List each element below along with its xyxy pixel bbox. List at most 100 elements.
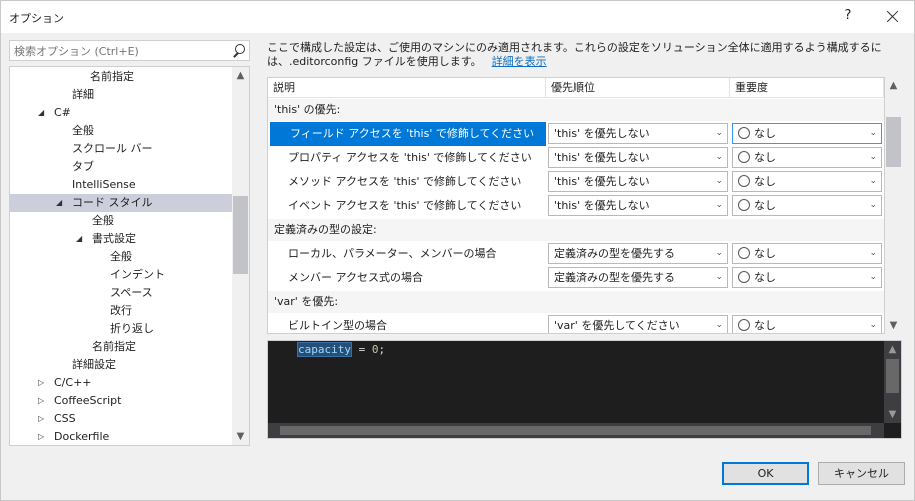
chevron-down-icon[interactable]: ⌄ bbox=[869, 172, 877, 191]
tree-item[interactable]: ▷ CoffeeScript bbox=[10, 392, 232, 410]
expand-arrow-icon[interactable]: ▷ bbox=[38, 374, 44, 392]
chevron-up-icon[interactable]: ▲ bbox=[885, 77, 902, 94]
ok-button[interactable]: OK bbox=[722, 462, 809, 485]
tree-item-label: C/C++ bbox=[54, 376, 92, 389]
tree-item[interactable]: IntelliSense bbox=[10, 176, 232, 194]
tree-item[interactable]: ▷ Dockerfile bbox=[10, 428, 232, 445]
grid-scrollbar[interactable]: ▲ ▼ bbox=[885, 77, 902, 334]
tree-item[interactable]: 全般 bbox=[10, 212, 232, 230]
tree-item[interactable]: ▷ CSS bbox=[10, 410, 232, 428]
chevron-down-icon[interactable]: ⌄ bbox=[869, 124, 877, 143]
tree-item-label: 改行 bbox=[110, 304, 132, 317]
collapse-arrow-icon[interactable]: ◢ bbox=[38, 104, 44, 122]
setting-row-label[interactable]: イベント アクセスを 'this' で修飾してください bbox=[268, 194, 546, 218]
preference-select[interactable]: 'this' を優先しない ⌄ bbox=[548, 123, 728, 144]
group-header[interactable]: 'this' の優先: bbox=[268, 99, 884, 121]
preview-vertical-scrollbar[interactable]: ▲ ▼ bbox=[884, 341, 901, 423]
chevron-down-icon[interactable]: ▼ bbox=[884, 406, 901, 423]
search-icon[interactable] bbox=[232, 44, 245, 57]
tree-scrollbar[interactable]: ▲ ▼ bbox=[232, 67, 249, 445]
severity-select[interactable]: なし ⌄ bbox=[732, 267, 882, 288]
tree-item[interactable]: ▷ C/C++ bbox=[10, 374, 232, 392]
collapse-arrow-icon[interactable]: ◢ bbox=[56, 194, 62, 212]
tree-item[interactable]: タブ bbox=[10, 158, 232, 176]
tree-item[interactable]: 詳細設定 bbox=[10, 356, 232, 374]
setting-row-label[interactable]: メソッド アクセスを 'this' で修飾してください bbox=[268, 170, 546, 194]
group-header[interactable]: 'var' を優先: bbox=[268, 291, 884, 313]
tree-item[interactable]: 改行 bbox=[10, 302, 232, 320]
search-input[interactable] bbox=[14, 43, 224, 59]
tree-item-label: 折り返し bbox=[110, 322, 154, 335]
learn-more-link[interactable]: 詳細を表示 bbox=[492, 55, 547, 68]
severity-select[interactable]: なし ⌄ bbox=[732, 147, 882, 168]
tree-scroll-thumb[interactable] bbox=[233, 196, 248, 274]
code-preview: capacity = 0; ▲ ▼ bbox=[267, 340, 902, 439]
tree-item[interactable]: 名前指定 bbox=[10, 68, 232, 86]
setting-row-label[interactable]: フィールド アクセスを 'this' で修飾してください bbox=[270, 122, 546, 146]
tree-item-label: スクロール バー bbox=[72, 142, 153, 155]
collapse-arrow-icon[interactable]: ◢ bbox=[76, 230, 82, 248]
chevron-down-icon[interactable]: ⌄ bbox=[715, 148, 723, 167]
preference-select[interactable]: 定義済みの型を優先する ⌄ bbox=[548, 243, 728, 264]
preference-value: 'this' を優先しない bbox=[554, 199, 650, 212]
chevron-down-icon[interactable]: ⌄ bbox=[715, 268, 723, 287]
chevron-down-icon[interactable]: ⌄ bbox=[715, 316, 723, 333]
preference-select[interactable]: 定義済みの型を優先する ⌄ bbox=[548, 267, 728, 288]
preference-select[interactable]: 'this' を優先しない ⌄ bbox=[548, 171, 728, 192]
chevron-up-icon[interactable]: ▲ bbox=[884, 341, 901, 358]
preview-horizontal-scrollbar[interactable] bbox=[268, 423, 884, 438]
chevron-down-icon[interactable]: ⌄ bbox=[715, 172, 723, 191]
preview-semicolon: ; bbox=[378, 343, 386, 356]
cancel-button[interactable]: キャンセル bbox=[818, 462, 905, 485]
setting-row-label[interactable]: ビルトイン型の場合 bbox=[268, 314, 546, 333]
chevron-down-icon[interactable]: ⌄ bbox=[869, 244, 877, 263]
tree-item[interactable]: ◢ C# bbox=[10, 104, 232, 122]
expand-arrow-icon[interactable]: ▷ bbox=[38, 428, 44, 445]
severity-value: なし bbox=[754, 127, 776, 140]
chevron-down-icon[interactable]: ⌄ bbox=[869, 268, 877, 287]
severity-select[interactable]: なし ⌄ bbox=[732, 171, 882, 192]
grid-scroll-thumb[interactable] bbox=[886, 117, 901, 167]
preference-select[interactable]: 'this' を優先しない ⌄ bbox=[548, 195, 728, 216]
chevron-down-icon[interactable]: ⌄ bbox=[715, 244, 723, 263]
help-button[interactable]: ? bbox=[833, 1, 863, 31]
tree-item[interactable]: 詳細 bbox=[10, 86, 232, 104]
chevron-down-icon[interactable]: ⌄ bbox=[715, 196, 723, 215]
tree-item[interactable]: ◢ コード スタイル bbox=[10, 194, 232, 212]
tree-item[interactable]: ◢ 書式設定 bbox=[10, 230, 232, 248]
tree-item[interactable]: 全般 bbox=[10, 248, 232, 266]
severity-select[interactable]: なし ⌄ bbox=[732, 243, 882, 264]
expand-arrow-icon[interactable]: ▷ bbox=[38, 392, 44, 410]
column-header-severity[interactable]: 重要度 bbox=[730, 78, 884, 98]
tree-item[interactable]: 名前指定 bbox=[10, 338, 232, 356]
severity-select[interactable]: なし ⌄ bbox=[732, 195, 882, 216]
setting-row-label[interactable]: メンバー アクセス式の場合 bbox=[268, 266, 546, 290]
chevron-down-icon[interactable]: ⌄ bbox=[869, 148, 877, 167]
setting-row-label[interactable]: ローカル、パラメーター、メンバーの場合 bbox=[268, 242, 546, 266]
tree-item[interactable]: 全般 bbox=[10, 122, 232, 140]
preview-hscroll-thumb[interactable] bbox=[280, 426, 871, 435]
close-icon[interactable] bbox=[877, 1, 907, 31]
expand-arrow-icon[interactable]: ▷ bbox=[38, 410, 44, 428]
preference-select[interactable]: 'this' を優先しない ⌄ bbox=[548, 147, 728, 168]
chevron-down-icon[interactable]: ▼ bbox=[885, 317, 902, 334]
chevron-up-icon[interactable]: ▲ bbox=[232, 67, 249, 84]
severity-select[interactable]: なし ⌄ bbox=[732, 123, 882, 144]
tree-item[interactable]: スペース bbox=[10, 284, 232, 302]
preview-vscroll-thumb[interactable] bbox=[886, 359, 899, 393]
tree-item[interactable]: 折り返し bbox=[10, 320, 232, 338]
column-header-preference[interactable]: 優先順位 bbox=[546, 78, 730, 98]
preference-select[interactable]: 'var' を優先してください ⌄ bbox=[548, 315, 728, 333]
group-header[interactable]: 定義済みの型の設定: bbox=[268, 219, 884, 241]
severity-select[interactable]: なし ⌄ bbox=[732, 315, 882, 333]
chevron-down-icon[interactable]: ▼ bbox=[232, 428, 249, 445]
chevron-down-icon[interactable]: ⌄ bbox=[869, 196, 877, 215]
chevron-down-icon[interactable]: ⌄ bbox=[869, 316, 877, 333]
preference-value: 'var' を優先してください bbox=[554, 319, 680, 332]
tree-item[interactable]: スクロール バー bbox=[10, 140, 232, 158]
column-header-description[interactable]: 説明 bbox=[268, 78, 546, 98]
tree-item[interactable]: インデント bbox=[10, 266, 232, 284]
setting-row-label[interactable]: プロパティ アクセスを 'this' で修飾してください bbox=[268, 146, 546, 170]
chevron-down-icon[interactable]: ⌄ bbox=[715, 124, 723, 143]
preference-value: 定義済みの型を優先する bbox=[554, 271, 675, 284]
